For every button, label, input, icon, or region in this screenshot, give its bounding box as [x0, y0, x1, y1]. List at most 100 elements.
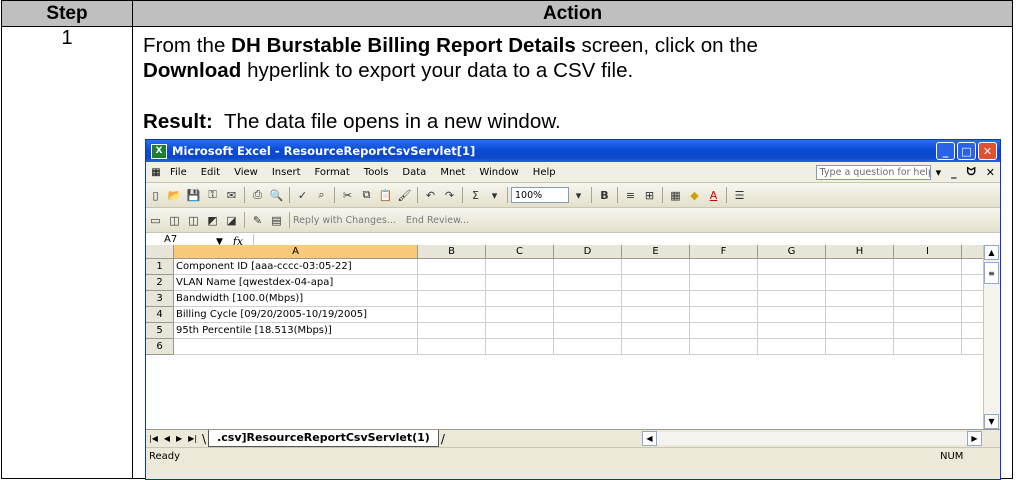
align-center-icon[interactable]: ≡	[622, 187, 639, 204]
bold-icon[interactable]: B	[596, 187, 613, 204]
cell[interactable]	[826, 291, 894, 307]
fill-color-icon[interactable]: ◆	[686, 187, 703, 204]
cell[interactable]	[894, 339, 962, 355]
cell[interactable]	[690, 275, 758, 291]
chevron-down-icon[interactable]: ▾	[931, 166, 947, 179]
cell[interactable]	[690, 323, 758, 339]
prev-sheet-icon[interactable]: ◀	[161, 434, 173, 443]
cell[interactable]	[622, 291, 690, 307]
next-sheet-icon[interactable]: ▶	[173, 434, 185, 443]
cell-a[interactable]: 95th Percentile [18.513(Mbps)]	[174, 323, 418, 339]
comment-icon[interactable]: ▤	[268, 212, 285, 229]
cell[interactable]	[418, 291, 486, 307]
cell[interactable]	[554, 291, 622, 307]
cell-a[interactable]: Bandwidth [100.0(Mbps)]	[174, 291, 418, 307]
cell[interactable]	[690, 291, 758, 307]
column-header[interactable]: D	[554, 245, 622, 259]
track-changes-icon[interactable]: ✎	[249, 212, 266, 229]
sheet-tab[interactable]: .csv]ResourceReportCsvServlet(1)	[208, 430, 439, 447]
chevron-down-icon[interactable]: ▾	[486, 187, 503, 204]
column-header[interactable]: G	[758, 245, 826, 259]
cell[interactable]	[758, 259, 826, 275]
cell[interactable]	[486, 275, 554, 291]
cell[interactable]	[894, 323, 962, 339]
cell[interactable]	[690, 259, 758, 275]
end-review[interactable]: End Review...	[406, 215, 469, 226]
horizontal-scrollbar[interactable]: ◀ ▶	[642, 431, 982, 446]
cell[interactable]	[826, 307, 894, 323]
column-header[interactable]: F	[690, 245, 758, 259]
copy-icon[interactable]: ⧉	[358, 187, 375, 204]
cell[interactable]	[894, 275, 962, 291]
cell[interactable]	[418, 339, 486, 355]
cell[interactable]	[622, 259, 690, 275]
cell[interactable]	[894, 307, 962, 323]
cell[interactable]	[826, 323, 894, 339]
undo-icon[interactable]: ↶	[422, 187, 439, 204]
paste-icon[interactable]: 📋	[377, 187, 394, 204]
open-icon[interactable]: 📂	[166, 187, 183, 204]
zoom-select[interactable]: 100%	[511, 187, 569, 203]
column-header[interactable]: I	[894, 245, 962, 259]
cell[interactable]	[758, 323, 826, 339]
cell[interactable]	[758, 291, 826, 307]
autosum-icon[interactable]: Σ	[467, 187, 484, 204]
cell[interactable]	[690, 339, 758, 355]
cell[interactable]	[826, 275, 894, 291]
cell[interactable]	[554, 275, 622, 291]
cell[interactable]	[826, 259, 894, 275]
row-header[interactable]: 5	[146, 323, 174, 339]
cell[interactable]	[486, 307, 554, 323]
row-header[interactable]: 6	[146, 339, 174, 355]
menu-mnet[interactable]: Mnet	[433, 167, 472, 178]
menu-file[interactable]: File	[163, 167, 194, 178]
spelling-icon[interactable]: ✓	[294, 187, 311, 204]
scroll-right-icon[interactable]: ▶	[967, 431, 982, 446]
cell[interactable]	[622, 275, 690, 291]
cut-icon[interactable]: ✂	[339, 187, 356, 204]
column-header[interactable]: C	[486, 245, 554, 259]
cell[interactable]	[486, 259, 554, 275]
reviewing-icon[interactable]: ◫	[185, 212, 202, 229]
cell[interactable]	[758, 339, 826, 355]
new-icon[interactable]: ▯	[147, 187, 164, 204]
row-header[interactable]: 4	[146, 307, 174, 323]
cell[interactable]	[758, 275, 826, 291]
close-icon[interactable]: ✕	[978, 142, 997, 160]
cell[interactable]	[418, 259, 486, 275]
research-icon[interactable]: ⌕	[313, 187, 330, 204]
cell[interactable]	[894, 291, 962, 307]
save-icon[interactable]: 💾	[185, 187, 202, 204]
bullets-icon[interactable]: ☰	[731, 187, 748, 204]
spreadsheet-grid[interactable]: A B C D E F G H I 1 Component ID [aaa-ccc…	[146, 245, 986, 430]
cell[interactable]	[486, 339, 554, 355]
cell[interactable]	[418, 307, 486, 323]
menu-edit[interactable]: Edit	[194, 167, 227, 178]
maximize-icon[interactable]: □	[957, 142, 976, 160]
column-header[interactable]: B	[418, 245, 486, 259]
column-header[interactable]: E	[622, 245, 690, 259]
cell[interactable]	[690, 307, 758, 323]
borders-icon[interactable]: ▦	[667, 187, 684, 204]
restore-icon[interactable]: ᗢ	[962, 165, 981, 179]
folder-icon[interactable]: ▭	[147, 212, 164, 229]
menu-tools[interactable]: Tools	[357, 167, 396, 178]
scroll-left-icon[interactable]: ◀	[642, 431, 657, 446]
row-header[interactable]: 3	[146, 291, 174, 307]
select-all[interactable]	[146, 245, 174, 259]
cell[interactable]	[826, 339, 894, 355]
print-icon[interactable]: ⎙	[249, 187, 266, 204]
font-color-icon[interactable]: A	[705, 187, 722, 204]
minimize-icon[interactable]: _	[936, 142, 955, 160]
cell[interactable]	[486, 323, 554, 339]
cell-a[interactable]	[174, 339, 418, 355]
vertical-scrollbar[interactable]: ▲ ≡ ▼	[983, 245, 1000, 429]
merge-center-icon[interactable]: ⊞	[641, 187, 658, 204]
workbook-icon[interactable]: ▦	[149, 164, 163, 180]
cell[interactable]	[418, 323, 486, 339]
cell[interactable]	[554, 339, 622, 355]
scroll-down-icon[interactable]: ▼	[984, 414, 999, 429]
cell[interactable]	[622, 339, 690, 355]
print-preview-icon[interactable]: 🔍	[268, 187, 285, 204]
cell-a[interactable]: Billing Cycle [09/20/2005-10/19/2005]	[174, 307, 418, 323]
